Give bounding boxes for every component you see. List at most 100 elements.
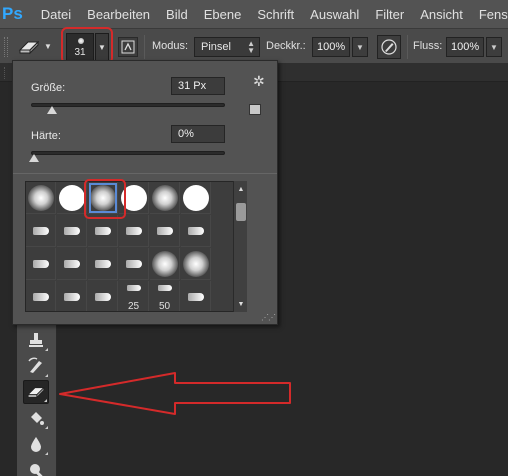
size-field[interactable]: 31 Px [171, 77, 225, 95]
brush-tip-icon [94, 259, 111, 268]
brush-preset[interactable] [26, 281, 56, 311]
brush-tip-icon [187, 226, 204, 235]
brush-preset[interactable] [57, 182, 87, 214]
menu-ebene[interactable]: Ebene [196, 7, 250, 22]
eraser-icon [18, 40, 40, 55]
brush-preset-grid: 25 50 [25, 181, 237, 312]
brush-preset-size-label: 25 [127, 301, 140, 312]
chevron-down-icon[interactable]: ▼ [44, 42, 52, 51]
menu-auswahl[interactable]: Auswahl [302, 7, 367, 22]
brush-tip-icon [158, 285, 172, 291]
size-slider-thumb[interactable] [47, 106, 58, 114]
brush-preset[interactable] [88, 281, 118, 311]
brush-tip-icon [32, 259, 49, 268]
mode-select[interactable]: Pinsel ▲ ▼ [194, 37, 260, 57]
opacity-field[interactable]: 100% [312, 37, 350, 57]
soft-round-brush-icon [151, 184, 178, 211]
brush-preset[interactable] [26, 248, 56, 280]
brush-preset[interactable] [119, 248, 149, 280]
divider [13, 173, 277, 174]
brush-preset[interactable] [26, 182, 56, 214]
hardness-label: Härte: [31, 130, 61, 142]
divider [144, 35, 145, 59]
dodge-icon [30, 464, 43, 476]
pressure-opacity-button[interactable] [377, 35, 401, 59]
tool-preset-picker[interactable] [16, 36, 42, 58]
scroll-down-icon[interactable]: ▼ [234, 298, 248, 310]
brush-preset[interactable] [181, 248, 211, 280]
options-bar-grip[interactable] [4, 37, 8, 57]
brush-tip-icon [63, 292, 80, 301]
flow-field[interactable]: 100% [446, 37, 484, 57]
scroll-up-icon[interactable]: ▲ [234, 183, 248, 195]
mode-value: Pinsel [201, 41, 231, 53]
gear-icon[interactable]: ✲ [253, 73, 265, 90]
brush-preset[interactable]: 50 [150, 281, 180, 311]
brush-panel-toggle[interactable] [118, 37, 138, 57]
resize-grip-icon[interactable]: ⋰⋰ [261, 313, 276, 322]
brush-tip-icon [125, 259, 142, 268]
menu-ansicht[interactable]: Ansicht [412, 7, 471, 22]
history-brush-icon [28, 357, 42, 373]
tool-flyout-indicator [45, 426, 48, 429]
brush-panel-icon [121, 40, 135, 54]
new-preset-icon[interactable] [249, 104, 261, 115]
size-label: Größe: [31, 82, 66, 94]
hardness-slider-thumb[interactable] [29, 154, 39, 162]
opacity-label: Deckkr.: [266, 40, 306, 52]
brush-preset[interactable] [26, 215, 56, 247]
brush-preset-picker: Größe: 31 Px ✲ Härte: 0% 25 50 ▲ ▼ ⋰⋰ [12, 60, 278, 325]
brush-preset[interactable] [150, 215, 180, 247]
brush-tip-icon [156, 226, 173, 235]
tool-clone-stamp[interactable] [23, 328, 49, 352]
hardness-slider-track[interactable] [31, 151, 225, 155]
brush-preset[interactable] [181, 281, 211, 311]
brush-preset[interactable] [119, 215, 149, 247]
brush-preset[interactable] [181, 182, 211, 214]
menu-fenster[interactable]: Fenster [471, 7, 508, 22]
flow-dropdown[interactable]: ▼ [486, 37, 502, 57]
size-slider-track[interactable] [31, 103, 225, 107]
brush-preset[interactable]: 25 [119, 281, 149, 312]
brush-preset[interactable] [181, 215, 211, 247]
brush-preset[interactable] [57, 248, 87, 280]
photoshop-logo[interactable]: Ps [2, 0, 23, 28]
brush-tip-icon [94, 292, 111, 301]
soft-round-brush-icon [27, 184, 54, 211]
tool-flyout-indicator [45, 374, 48, 377]
paint-bucket-icon [31, 412, 44, 425]
tool-eraser[interactable] [23, 380, 49, 404]
brush-preset[interactable] [88, 215, 118, 247]
menu-filter[interactable]: Filter [367, 7, 412, 22]
menu-bild[interactable]: Bild [158, 7, 196, 22]
brush-tip-icon [32, 226, 49, 235]
hard-round-brush-icon [58, 184, 85, 211]
brush-preset[interactable] [88, 248, 118, 280]
opacity-dropdown[interactable]: ▼ [352, 37, 368, 57]
brush-preset[interactable] [57, 281, 87, 311]
panel-grip[interactable] [4, 67, 8, 79]
hard-round-brush-icon [182, 184, 209, 211]
blur-drop-icon [31, 437, 41, 452]
tool-paint-bucket[interactable] [23, 406, 49, 430]
tool-flyout-indicator [45, 452, 48, 455]
annotation-highlight-selected-preset [84, 179, 126, 219]
brush-preset[interactable] [57, 215, 87, 247]
updown-caret-icon: ▲ ▼ [247, 39, 255, 55]
preset-scrollbar[interactable]: ▲ ▼ [233, 181, 247, 312]
brush-tip-icon [94, 226, 111, 235]
scroll-thumb[interactable] [236, 203, 246, 221]
menu-datei[interactable]: Datei [23, 7, 79, 22]
menu-bearbeiten[interactable]: Bearbeiten [79, 7, 158, 22]
soft-round-brush-icon [182, 250, 209, 277]
menu-schrift[interactable]: Schrift [249, 7, 302, 22]
brush-preset[interactable] [150, 248, 180, 280]
hardness-field[interactable]: 0% [171, 125, 225, 143]
tool-blur[interactable] [23, 432, 49, 456]
mode-label: Modus: [152, 40, 189, 52]
tool-history-brush[interactable] [23, 354, 49, 378]
tool-dodge[interactable] [23, 458, 49, 476]
brush-tip-icon [125, 226, 142, 235]
pressure-pen-icon [381, 39, 397, 55]
brush-preset[interactable] [150, 182, 180, 214]
